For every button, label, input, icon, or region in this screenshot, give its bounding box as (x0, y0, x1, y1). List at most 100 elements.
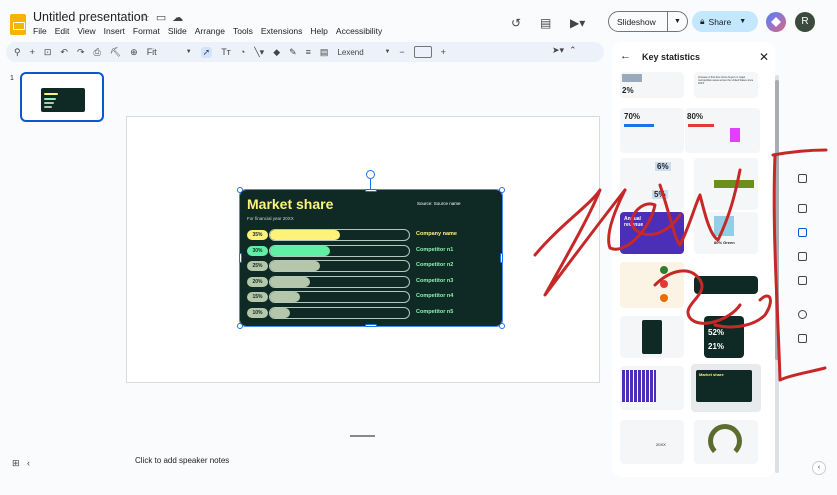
template-tile[interactable]: 70% (620, 108, 684, 153)
menu-tools[interactable]: Tools (233, 26, 253, 36)
grid-view-icon[interactable]: ⊞ ‹ (12, 458, 30, 469)
menu-edit[interactable]: Edit (55, 26, 70, 36)
pointer-tool-icon[interactable]: ➤▾ ⌃ (552, 45, 577, 56)
tasks-icon[interactable] (798, 310, 807, 319)
slideshow-button[interactable]: Slideshow ▼ (608, 11, 688, 32)
template-tile[interactable]: Market share (691, 364, 761, 412)
resize-handle[interactable] (237, 187, 243, 193)
template-tile[interactable]: Annual revenue (620, 212, 684, 254)
border-weight-icon[interactable]: ≡ (306, 47, 311, 57)
slides-logo-icon[interactable] (10, 14, 26, 35)
template-tile[interactable]: 6% 5% (620, 158, 684, 210)
menu-view[interactable]: View (77, 26, 95, 36)
undo-icon[interactable]: ↶ (60, 47, 68, 58)
chevron-down-icon[interactable]: ▼ (384, 49, 390, 55)
template-tile[interactable] (694, 158, 758, 210)
history-icon[interactable]: ↺ (511, 16, 521, 30)
resize-handle[interactable] (499, 187, 505, 193)
rotate-handle[interactable] (366, 170, 375, 179)
share-button[interactable]: 🔒︎ Share ▼ (692, 11, 758, 32)
back-arrow-icon[interactable]: ← (620, 50, 631, 62)
document-title[interactable]: Untitled presentation (33, 10, 148, 24)
explore-icon[interactable] (798, 228, 807, 237)
menu-arrange[interactable]: Arrange (195, 26, 225, 36)
speaker-notes[interactable]: Click to add speaker notes (135, 456, 229, 465)
resize-handle[interactable] (499, 323, 505, 329)
border-color-icon[interactable]: ✎ (289, 47, 297, 58)
scrollbar-thumb[interactable] (775, 80, 779, 360)
maps-icon[interactable] (798, 334, 807, 343)
increase-font-icon[interactable]: + (441, 47, 446, 57)
folder-icon[interactable] (798, 276, 807, 285)
template-tile[interactable] (620, 366, 684, 410)
notes-divider-handle[interactable] (350, 435, 375, 437)
template-tile[interactable] (694, 420, 758, 464)
ink-stroke (772, 153, 827, 382)
template-tile[interactable] (694, 276, 758, 294)
meet-icon[interactable]: ▶▾ (570, 16, 585, 30)
move-folder-icon[interactable]: ▭ (156, 12, 172, 24)
font-size-input[interactable] (413, 46, 432, 58)
zoom-select[interactable]: Fit (147, 47, 177, 57)
zoom-icon[interactable]: ⊕ (130, 47, 138, 58)
menu-format[interactable]: Format (133, 26, 160, 36)
bar-name-label: Competitor n2 (416, 262, 454, 268)
print-icon[interactable]: ⎙ (94, 47, 101, 58)
menu-slide[interactable]: Slide (168, 26, 187, 36)
calendar-icon[interactable] (798, 252, 807, 261)
decrease-font-icon[interactable]: − (399, 47, 404, 57)
chevron-left-icon[interactable]: ‹ (812, 461, 826, 475)
shape-icon[interactable]: ◔ (240, 47, 245, 57)
search-icon[interactable]: ⚲ (14, 47, 21, 58)
template-tile[interactable]: 2% (620, 72, 684, 98)
line-icon[interactable]: ╲▾ (254, 47, 264, 58)
chevron-down-icon[interactable]: ▼ (186, 49, 192, 55)
menu-file[interactable]: File (33, 26, 47, 36)
template-tile[interactable]: 20XX (620, 420, 684, 464)
chevron-down-icon[interactable]: ▼ (739, 18, 746, 25)
keep-icon[interactable] (798, 204, 807, 213)
star-icon[interactable]: ☆ (140, 12, 156, 24)
tile-label: Increase in first-time home buyers in ma… (698, 76, 754, 85)
bar-fill (270, 261, 320, 271)
template-tile[interactable] (620, 316, 684, 358)
new-slide-icon[interactable]: ⊡ (44, 47, 52, 58)
tile-label: 2% (622, 86, 634, 95)
menu-extensions[interactable]: Extensions (261, 26, 303, 36)
slide-thumbnail[interactable] (20, 72, 104, 122)
text-box-icon[interactable]: Tт (221, 47, 231, 57)
chevron-down-icon[interactable]: ▼ (668, 18, 687, 25)
bar-name-label: Competitor n1 (416, 246, 454, 253)
resize-handle[interactable] (239, 253, 242, 263)
resize-handle[interactable] (365, 189, 377, 192)
resize-handle[interactable] (365, 324, 377, 327)
add-icon[interactable]: + (30, 47, 35, 57)
menu-help[interactable]: Help (310, 26, 327, 36)
select-icon[interactable]: ➚ (200, 46, 213, 58)
template-tile[interactable]: Increase in first-time home buyers in ma… (694, 72, 758, 98)
paint-format-icon[interactable]: ⛏ (110, 47, 121, 58)
template-tile[interactable]: 80% (685, 108, 760, 153)
template-tile[interactable] (620, 262, 684, 308)
comment-icon[interactable] (798, 174, 807, 183)
menu-accessibility[interactable]: Accessibility (336, 26, 382, 36)
font-select[interactable]: Lexend (337, 48, 375, 57)
gemini-icon[interactable] (766, 12, 786, 32)
market-share-chart[interactable]: Market share For financial year 20XX Sou… (239, 189, 503, 327)
resize-handle[interactable] (237, 323, 243, 329)
avatar[interactable]: R (795, 12, 815, 32)
menu-insert[interactable]: Insert (104, 26, 125, 36)
bar-fill (270, 307, 290, 318)
border-dash-icon[interactable]: ▤ (320, 47, 329, 58)
cloud-status-icon[interactable]: ☁ (172, 12, 189, 24)
fill-color-icon[interactable]: ◆ (273, 47, 280, 58)
comments-icon[interactable]: ▤ (540, 16, 551, 30)
template-tile[interactable]: 52% 21% (704, 316, 744, 358)
template-tile[interactable]: 80% Green (694, 212, 758, 254)
title-icons[interactable]: ☆▭☁ (140, 11, 189, 24)
resize-handle[interactable] (500, 253, 503, 263)
chart-title: Market share (247, 196, 334, 212)
bar-fill (270, 245, 330, 256)
close-icon[interactable]: ✕ (759, 50, 769, 64)
redo-icon[interactable]: ↷ (77, 47, 85, 58)
